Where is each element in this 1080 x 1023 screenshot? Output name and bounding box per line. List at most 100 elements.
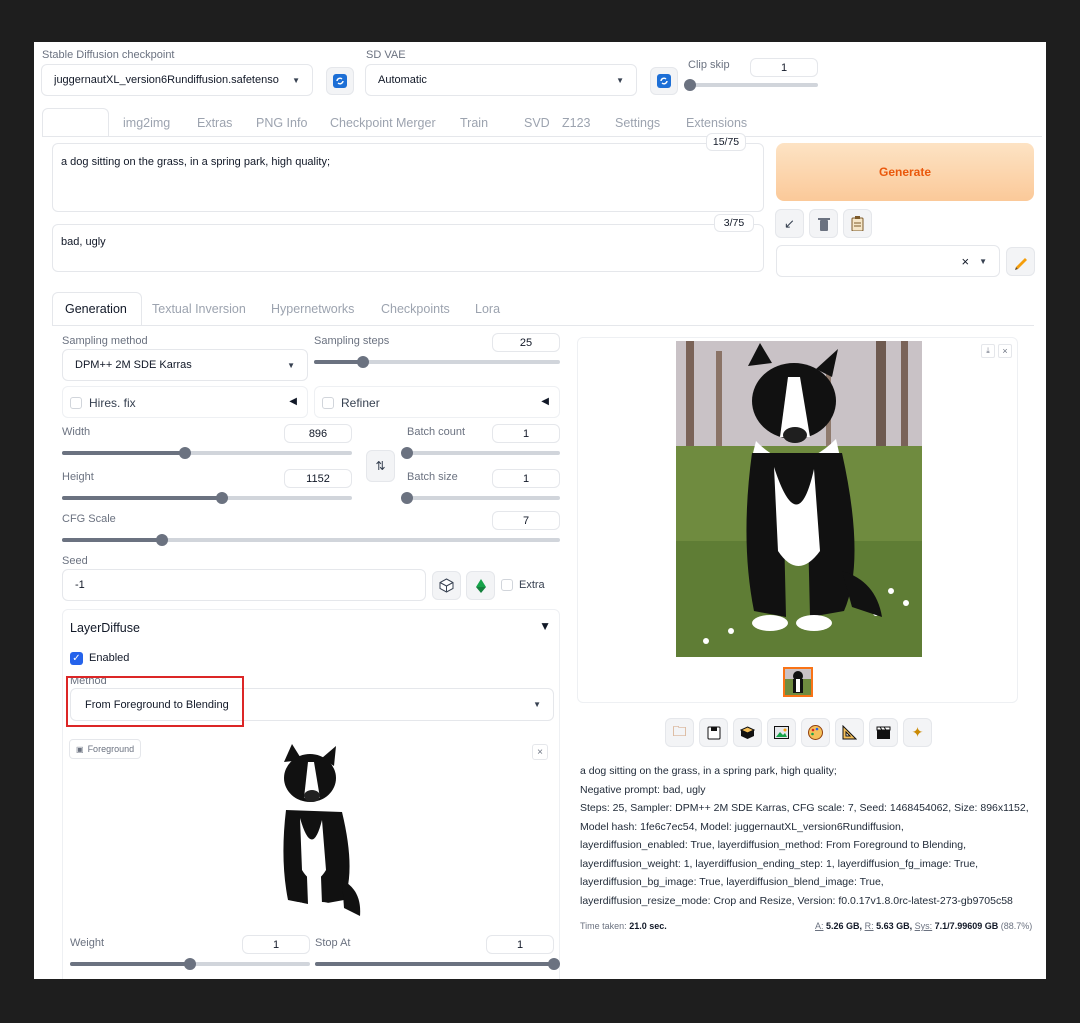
hires-fix-accordion[interactable]: Hires. fix ◀ — [62, 386, 308, 418]
stop-at-input[interactable]: 1 — [486, 935, 554, 954]
zip-button[interactable] — [733, 718, 762, 747]
read-params-button[interactable]: ↙ — [775, 209, 804, 238]
checkpoint-select[interactable]: juggernautXL_version6Rundiffusion.safete… — [41, 64, 313, 96]
negative-prompt-textarea[interactable]: bad, ugly — [52, 224, 764, 272]
enabled-checkbox[interactable]: ✓ — [70, 652, 83, 665]
negative-token-counter: 3/75 — [714, 214, 754, 232]
tab-png-info[interactable]: PNG Info — [256, 116, 307, 130]
refresh-icon — [657, 74, 671, 88]
subtab-lora[interactable]: Lora — [475, 302, 500, 316]
trash-icon — [817, 217, 830, 231]
weight-slider[interactable] — [70, 958, 310, 970]
weight-input[interactable]: 1 — [242, 935, 310, 954]
style-apply-button[interactable] — [843, 209, 872, 238]
stop-at-slider[interactable] — [315, 958, 560, 970]
subtab-checkpoints[interactable]: Checkpoints — [381, 302, 450, 316]
tab-svd[interactable]: SVD — [524, 116, 550, 130]
generate-button[interactable]: Generate — [776, 143, 1034, 201]
styles-select[interactable]: × ▼ — [776, 245, 1000, 277]
sampling-steps-slider[interactable] — [314, 356, 560, 368]
random-seed-button[interactable] — [432, 571, 461, 600]
hires-fix-checkbox[interactable] — [70, 397, 82, 409]
clapperboard-icon — [876, 726, 891, 739]
batch-count-label: Batch count — [407, 426, 466, 438]
folder-icon: 🗀 — [672, 722, 687, 739]
tab-train[interactable]: Train — [460, 116, 488, 130]
clear-styles-icon[interactable]: × — [961, 254, 969, 269]
subtab-textual-inversion[interactable]: Textual Inversion — [152, 302, 246, 316]
close-icon[interactable]: × — [532, 744, 548, 760]
refiner-accordion[interactable]: Refiner ◀ — [314, 386, 560, 418]
weight-label: Weight — [70, 937, 105, 949]
swap-dimensions-button[interactable]: ⇅ — [366, 450, 395, 482]
send-to-extras-button[interactable] — [835, 718, 864, 747]
triangle-left-icon: ◀ — [289, 396, 297, 407]
subtab-hypernetworks[interactable]: Hypernetworks — [271, 302, 354, 316]
prompt-textarea[interactable]: a dog sitting on the grass, in a spring … — [52, 143, 764, 212]
vram-percent: (88.7%) — [1000, 921, 1033, 931]
height-input[interactable]: 1152 — [284, 469, 352, 488]
seed-input[interactable]: -1 — [62, 569, 426, 601]
sparkle-icon: ✦ — [911, 724, 924, 740]
info-line: layerdiffusion_enabled: True, layerdiffu… — [580, 839, 967, 851]
seed-value: -1 — [75, 579, 85, 591]
vram-r-label: R: — [864, 921, 874, 931]
collapse-triangle-icon[interactable]: ▼ — [539, 619, 551, 633]
width-input[interactable]: 896 — [284, 424, 352, 443]
height-slider[interactable] — [62, 492, 352, 504]
send-to-z123-button[interactable]: ✦ — [903, 718, 932, 747]
image-icon: ▣ — [76, 744, 84, 754]
clear-prompt-button[interactable] — [809, 209, 838, 238]
subtab-generation[interactable]: Generation — [65, 302, 127, 316]
send-to-inpaint-button[interactable] — [801, 718, 830, 747]
edit-styles-button[interactable] — [1006, 247, 1035, 276]
vram-sys-label: Sys: — [914, 921, 933, 931]
output-gallery: ⤓ × — [577, 337, 1018, 703]
refresh-vae-button[interactable] — [650, 67, 678, 95]
batch-size-input[interactable]: 1 — [492, 469, 560, 488]
tab-checkpoint-merger[interactable]: Checkpoint Merger — [330, 116, 436, 130]
batch-count-slider[interactable] — [401, 447, 560, 459]
time-taken-value: 21.0 sec. — [629, 921, 667, 931]
chevron-down-icon: ▼ — [616, 75, 624, 85]
cfg-scale-input[interactable]: 7 — [492, 511, 560, 530]
download-icon[interactable]: ⤓ — [981, 344, 995, 358]
clip-skip-slider[interactable] — [684, 79, 818, 91]
tab-extensions[interactable]: Extensions — [686, 116, 747, 130]
sampling-method-select[interactable]: DPM++ 2M SDE Karras ▼ — [62, 349, 308, 381]
tab-settings[interactable]: Settings — [615, 116, 660, 130]
refiner-label: Refiner — [341, 396, 380, 410]
subtabs-divider — [52, 325, 1034, 326]
open-folder-button[interactable]: 🗀 — [665, 718, 694, 747]
chevron-down-icon: ▼ — [292, 75, 300, 85]
batch-size-slider[interactable] — [401, 492, 560, 504]
batch-count-input[interactable]: 1 — [492, 424, 560, 443]
sampling-steps-input[interactable]: 25 — [492, 333, 560, 352]
reuse-seed-button[interactable] — [466, 571, 495, 600]
refiner-checkbox[interactable] — [322, 397, 334, 409]
width-slider[interactable] — [62, 447, 352, 459]
send-to-svd-button[interactable] — [869, 718, 898, 747]
tab-img2img[interactable]: img2img — [123, 116, 170, 130]
dice-icon — [439, 578, 454, 593]
checkpoint-label: Stable Diffusion checkpoint — [42, 49, 175, 61]
vae-select[interactable]: Automatic ▼ — [365, 64, 637, 96]
refresh-checkpoint-button[interactable] — [326, 67, 354, 95]
send-to-img2img-button[interactable] — [767, 718, 796, 747]
sampling-method-label: Sampling method — [62, 335, 148, 347]
webui-window: Stable Diffusion checkpoint juggernautXL… — [34, 42, 1046, 979]
cfg-scale-slider[interactable] — [62, 534, 560, 546]
generated-image[interactable] — [676, 341, 922, 657]
clip-skip-input[interactable]: 1 — [750, 58, 818, 77]
palette-icon — [808, 725, 823, 740]
tab-z123[interactable]: Z123 — [562, 116, 591, 130]
close-icon[interactable]: × — [998, 344, 1012, 358]
foreground-image-upload[interactable]: ▣ Foreground × — [64, 732, 560, 930]
time-taken: Time taken: 21.0 sec. — [580, 921, 667, 931]
gallery-thumbnail[interactable] — [783, 667, 813, 697]
tab-extras[interactable]: Extras — [197, 116, 232, 130]
picture-icon — [774, 726, 789, 739]
save-button[interactable] — [699, 718, 728, 747]
package-icon — [740, 725, 755, 739]
extra-seed-checkbox[interactable] — [501, 579, 513, 591]
